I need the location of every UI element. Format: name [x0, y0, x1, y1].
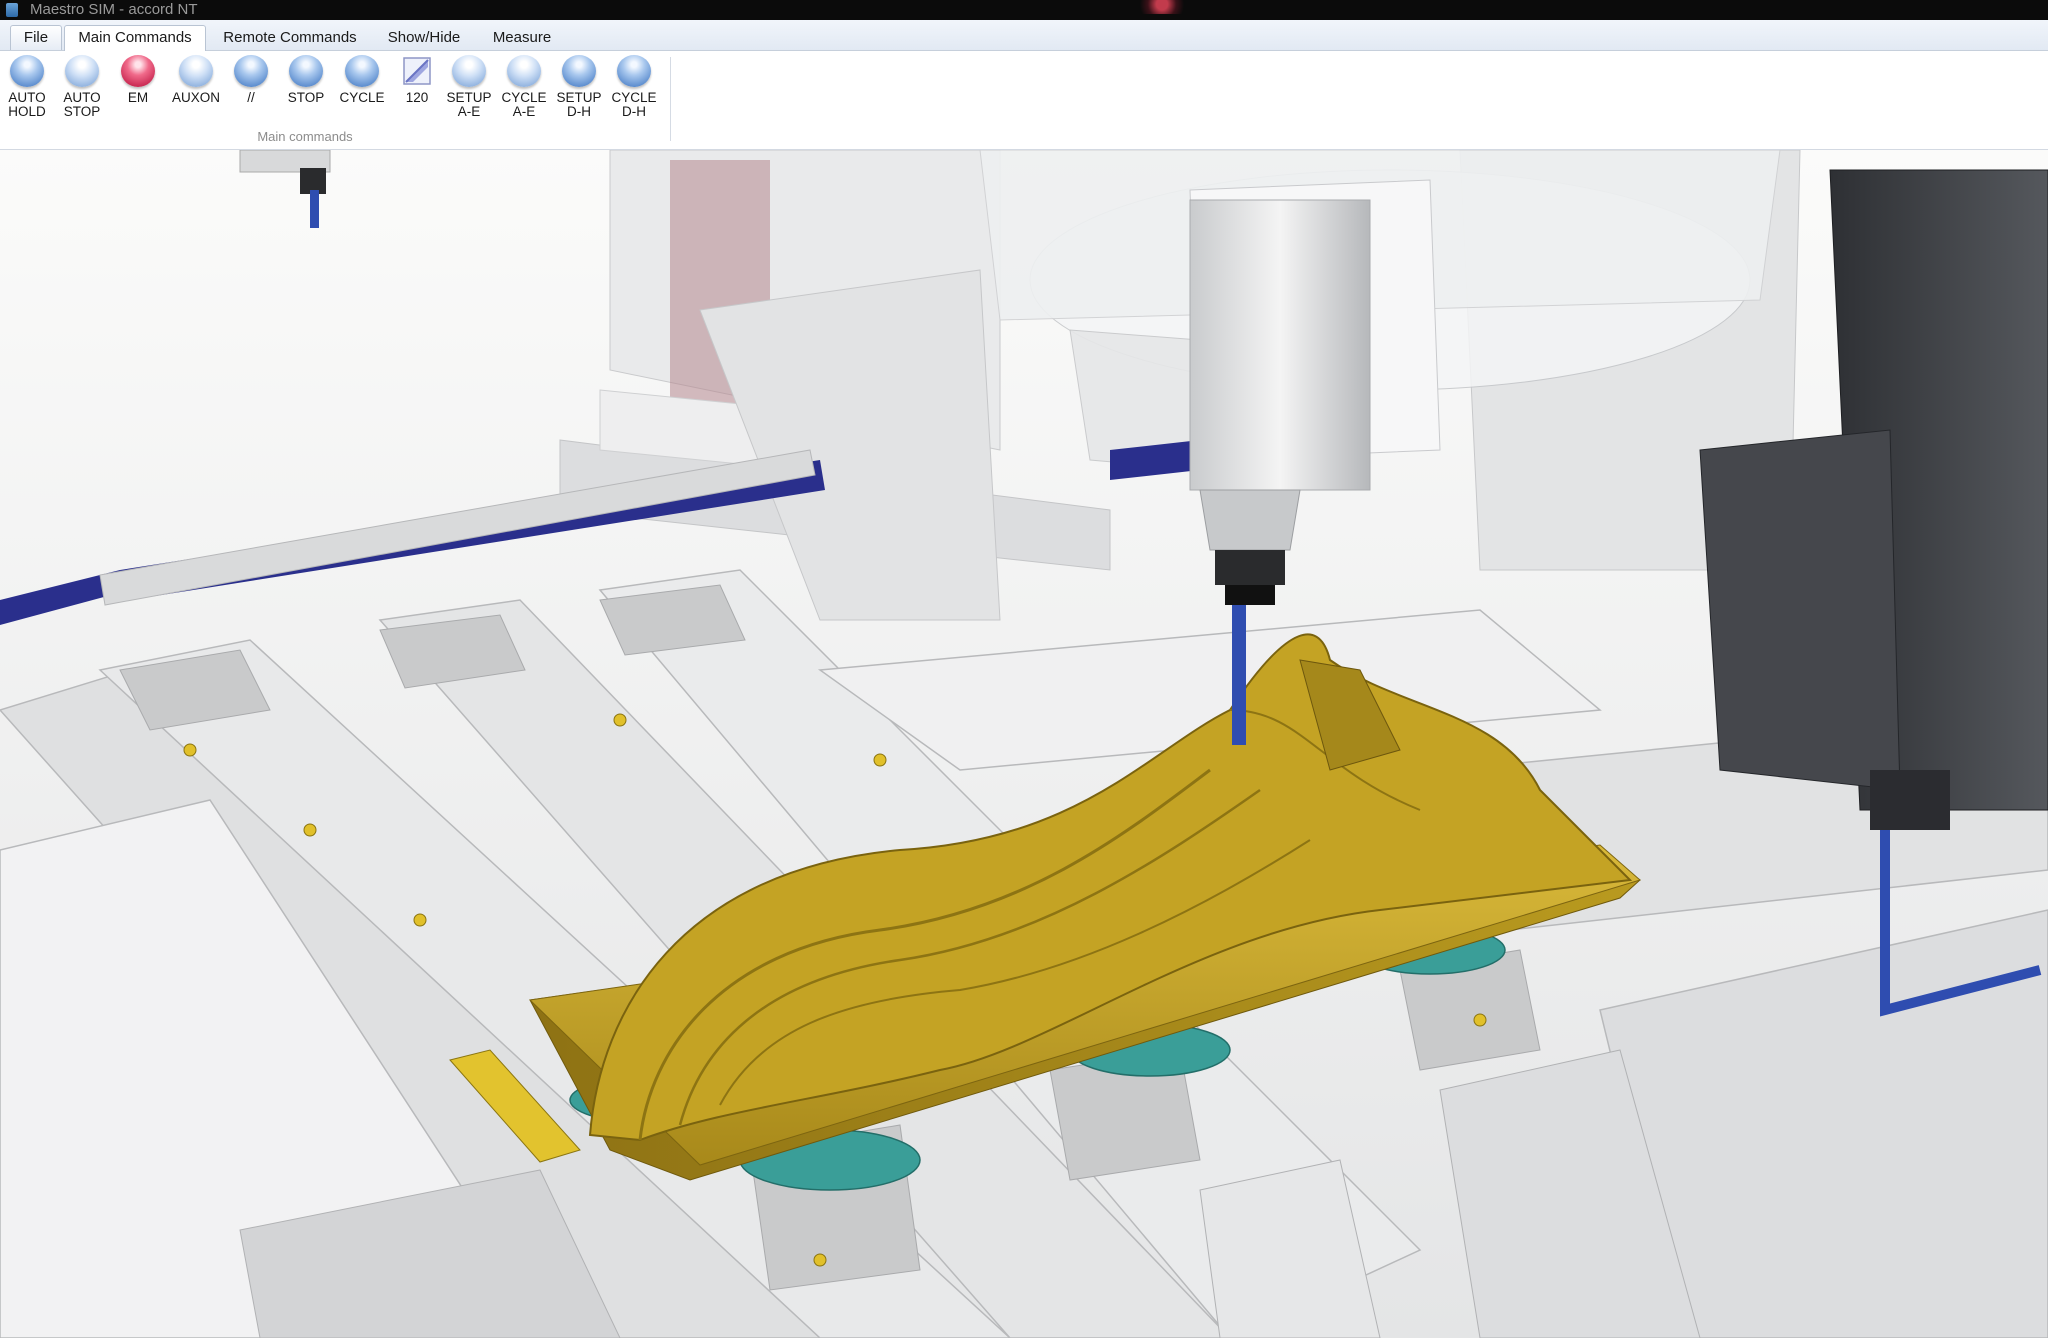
cycle-a-e-button[interactable]: CYCLE A-E [497, 55, 551, 119]
light-blue-orb-icon [179, 55, 213, 87]
simulation-viewport[interactable] [0, 150, 2048, 1338]
tab-remote-commands[interactable]: Remote Commands [210, 26, 370, 50]
button-label: // [247, 90, 255, 105]
optional-block-skip-button[interactable]: // [224, 55, 278, 105]
ribbon-group-caption: Main commands [257, 129, 353, 144]
blue-orb-icon [10, 55, 44, 87]
red-orb-icon [121, 55, 155, 87]
button-label: AUTO HOLD [8, 90, 46, 119]
tab-main-commands[interactable]: Main Commands [64, 25, 206, 52]
speed-120-button[interactable]: 120 [390, 55, 444, 105]
light-blue-orb-icon [507, 55, 541, 87]
tab-file[interactable]: File [10, 25, 62, 50]
window-title: Maestro SIM - accord NT [30, 1, 198, 18]
button-label: SETUP A-E [446, 90, 492, 119]
setup-a-e-button[interactable]: SETUP A-E [442, 55, 496, 119]
cycle-button[interactable]: CYCLE [335, 55, 389, 105]
tab-show-hide[interactable]: Show/Hide [376, 26, 472, 50]
button-label: 120 [405, 90, 429, 105]
machine-3d-scene [0, 150, 2048, 1338]
button-label: AUXON [171, 90, 220, 105]
button-label: STOP [287, 90, 325, 105]
auto-stop-button[interactable]: AUTO STOP [55, 55, 109, 119]
blue-orb-icon [345, 55, 379, 87]
button-label: SETUP D-H [556, 90, 602, 119]
app-icon [6, 3, 18, 17]
window-control-icon[interactable] [1132, 0, 1192, 14]
blue-orb-icon [562, 55, 596, 87]
tab-measure[interactable]: Measure [478, 26, 566, 50]
ribbon-group-divider [670, 57, 671, 141]
button-label: AUTO STOP [63, 90, 101, 119]
blue-orb-icon [617, 55, 651, 87]
stop-button[interactable]: STOP [279, 55, 333, 105]
setup-d-h-button[interactable]: SETUP D-H [552, 55, 606, 119]
button-label: CYCLE D-H [611, 90, 657, 119]
ribbon-tab-strip: File Main Commands Remote Commands Show/… [0, 20, 2048, 52]
button-label: CYCLE [339, 90, 385, 105]
ribbon-panel: AUTO HOLD AUTO STOP EM AUXON // STOP CYC… [0, 51, 2048, 150]
flag-icon [403, 57, 431, 85]
blue-orb-icon [289, 55, 323, 87]
light-blue-orb-icon [452, 55, 486, 87]
cycle-d-h-button[interactable]: CYCLE D-H [607, 55, 661, 119]
auxon-button[interactable]: AUXON [168, 55, 224, 105]
blue-orb-icon [234, 55, 268, 87]
cutting-tool [1232, 605, 1246, 745]
light-blue-orb-icon [65, 55, 99, 87]
title-bar: Maestro SIM - accord NT [0, 0, 2048, 20]
button-label: CYCLE A-E [501, 90, 547, 119]
auto-hold-button[interactable]: AUTO HOLD [0, 55, 54, 119]
em-button[interactable]: EM [111, 55, 165, 105]
button-label: EM [127, 90, 149, 105]
